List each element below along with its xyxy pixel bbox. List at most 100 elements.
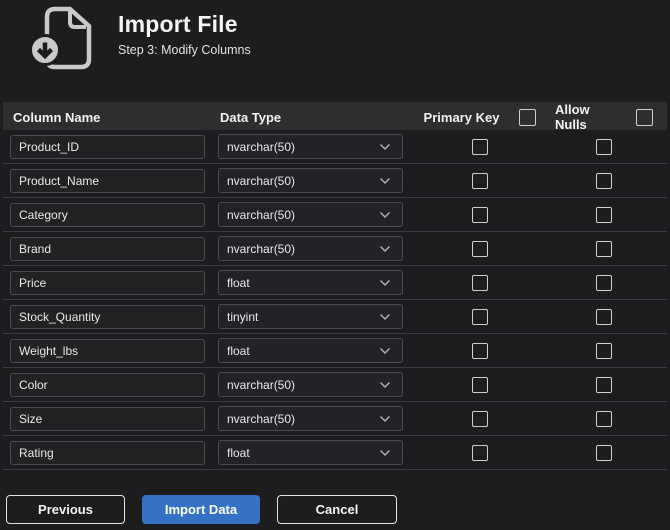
data-type-select[interactable]: nvarchar(50) — [218, 134, 403, 159]
previous-button[interactable]: Previous — [6, 495, 125, 524]
table-row: nvarchar(50) — [3, 198, 667, 232]
data-type-select[interactable]: nvarchar(50) — [218, 372, 403, 397]
allow-nulls-checkbox[interactable] — [596, 206, 612, 223]
column-name-input[interactable] — [10, 202, 205, 227]
primary-key-cell — [405, 240, 555, 257]
primary-key-cell — [405, 308, 555, 325]
primary-key-cell — [405, 138, 555, 155]
table-row: float — [3, 334, 667, 368]
step-subtitle: Step 3: Modify Columns — [118, 43, 251, 57]
primary-key-header-label: Primary Key — [423, 109, 500, 125]
column-name-input[interactable] — [10, 270, 205, 295]
allow-nulls-cell — [555, 206, 667, 223]
data-type-cell: tinyint — [213, 304, 405, 329]
column-header-primary-key: Primary Key — [405, 108, 555, 126]
primary-key-checkbox[interactable] — [472, 274, 488, 291]
primary-key-cell — [405, 172, 555, 189]
column-name-cell — [3, 440, 213, 465]
allow-nulls-checkbox[interactable] — [596, 342, 612, 359]
data-type-select[interactable]: float — [218, 440, 403, 465]
column-name-cell — [3, 134, 213, 159]
data-type-select[interactable]: nvarchar(50) — [218, 236, 403, 261]
column-name-cell — [3, 304, 213, 329]
allow-nulls-cell — [555, 444, 667, 461]
data-type-select[interactable]: nvarchar(50) — [218, 202, 403, 227]
column-name-cell — [3, 202, 213, 227]
column-name-cell — [3, 372, 213, 397]
column-header-name: Column Name — [13, 109, 101, 125]
column-name-input[interactable] — [10, 338, 205, 363]
data-type-cell: nvarchar(50) — [213, 372, 405, 397]
table-row: nvarchar(50) — [3, 232, 667, 266]
data-type-cell: nvarchar(50) — [213, 202, 405, 227]
primary-key-checkbox[interactable] — [472, 308, 488, 325]
table-body: nvarchar(50) nvarchar(50) — [3, 130, 667, 470]
select-all-primary-key-checkbox[interactable] — [519, 108, 537, 126]
column-name-cell — [3, 270, 213, 295]
data-type-cell: nvarchar(50) — [213, 236, 405, 261]
primary-key-checkbox[interactable] — [472, 138, 488, 155]
primary-key-cell — [405, 376, 555, 393]
import-data-button[interactable]: Import Data — [142, 495, 260, 524]
allow-nulls-checkbox[interactable] — [596, 376, 612, 393]
table-row: nvarchar(50) — [3, 368, 667, 402]
data-type-select[interactable]: float — [218, 338, 403, 363]
primary-key-checkbox[interactable] — [472, 410, 488, 427]
allow-nulls-checkbox[interactable] — [596, 240, 612, 257]
data-type-select[interactable]: tinyint — [218, 304, 403, 329]
column-name-input[interactable] — [10, 304, 205, 329]
primary-key-cell — [405, 410, 555, 427]
allow-nulls-cell — [555, 274, 667, 291]
table-row: nvarchar(50) — [3, 164, 667, 198]
primary-key-checkbox[interactable] — [472, 444, 488, 461]
column-name-input[interactable] — [10, 406, 205, 431]
footer-actions: Previous Import Data Cancel — [6, 495, 670, 524]
primary-key-cell — [405, 206, 555, 223]
primary-key-cell — [405, 444, 555, 461]
allow-nulls-checkbox[interactable] — [596, 410, 612, 427]
column-name-input[interactable] — [10, 134, 205, 159]
allow-nulls-cell — [555, 240, 667, 257]
primary-key-checkbox[interactable] — [472, 172, 488, 189]
column-header-data-type: Data Type — [220, 109, 282, 125]
column-name-cell — [3, 338, 213, 363]
primary-key-checkbox[interactable] — [472, 376, 488, 393]
allow-nulls-checkbox[interactable] — [596, 308, 612, 325]
table-row: float — [3, 266, 667, 300]
primary-key-checkbox[interactable] — [472, 240, 488, 257]
data-type-select[interactable]: float — [218, 270, 403, 295]
data-type-cell: float — [213, 440, 405, 465]
select-all-allow-nulls-checkbox[interactable] — [636, 108, 653, 126]
columns-table: Column Name Data Type Primary Key Allow … — [3, 102, 667, 470]
table-header-row: Column Name Data Type Primary Key Allow … — [3, 102, 667, 132]
allow-nulls-checkbox[interactable] — [596, 274, 612, 291]
data-type-cell: float — [213, 270, 405, 295]
allow-nulls-cell — [555, 342, 667, 359]
allow-nulls-cell — [555, 172, 667, 189]
allow-nulls-cell — [555, 308, 667, 325]
app-header: Import File Step 3: Modify Columns — [0, 0, 670, 72]
column-name-input[interactable] — [10, 440, 205, 465]
table-row: nvarchar(50) — [3, 402, 667, 436]
data-type-select[interactable]: nvarchar(50) — [218, 406, 403, 431]
cancel-button[interactable]: Cancel — [277, 495, 397, 524]
column-name-input[interactable] — [10, 168, 205, 193]
allow-nulls-cell — [555, 376, 667, 393]
allow-nulls-checkbox[interactable] — [596, 172, 612, 189]
column-header-allow-nulls: Allow Nulls — [555, 102, 667, 132]
page-title: Import File — [118, 11, 238, 37]
primary-key-checkbox[interactable] — [472, 206, 488, 223]
data-type-cell: nvarchar(50) — [213, 168, 405, 193]
data-type-cell: float — [213, 338, 405, 363]
data-type-cell: nvarchar(50) — [213, 406, 405, 431]
primary-key-checkbox[interactable] — [472, 342, 488, 359]
primary-key-cell — [405, 342, 555, 359]
column-name-cell — [3, 406, 213, 431]
data-type-cell: nvarchar(50) — [213, 134, 405, 159]
column-name-cell — [3, 236, 213, 261]
column-name-input[interactable] — [10, 236, 205, 261]
allow-nulls-checkbox[interactable] — [596, 138, 612, 155]
allow-nulls-checkbox[interactable] — [596, 444, 612, 461]
data-type-select[interactable]: nvarchar(50) — [218, 168, 403, 193]
column-name-input[interactable] — [10, 372, 205, 397]
